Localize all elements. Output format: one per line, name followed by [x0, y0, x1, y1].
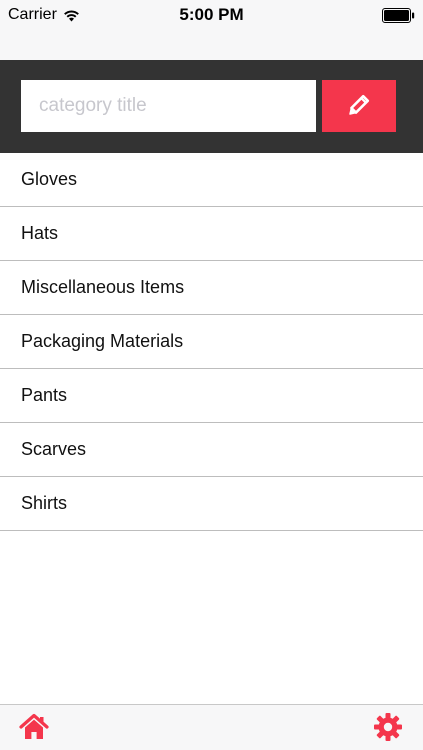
list-item-label: Packaging Materials — [21, 331, 184, 351]
settings-button[interactable] — [373, 712, 403, 742]
gear-icon — [373, 712, 403, 742]
list-item-label: Scarves — [21, 439, 87, 459]
list-item[interactable]: Packaging Materials — [0, 315, 423, 369]
status-bar: Carrier 5:00 PM — [0, 0, 423, 60]
status-time: 5:00 PM — [179, 5, 244, 24]
list-item[interactable]: Scarves — [0, 423, 423, 477]
list-item[interactable]: Pants — [0, 369, 423, 423]
list-item[interactable]: Shirts — [0, 477, 423, 531]
pencil-icon — [348, 94, 370, 119]
home-icon — [19, 712, 49, 742]
list-item[interactable]: Hats — [0, 207, 423, 261]
list-item[interactable]: Miscellaneous Items — [0, 261, 423, 315]
category-edit-bar — [0, 60, 423, 153]
screen: Carrier 5:00 PM category title Gloves Ha… — [0, 0, 423, 750]
edit-button[interactable] — [322, 80, 396, 132]
list-item-label: Gloves — [21, 169, 78, 189]
list-item-label: Pants — [21, 385, 68, 405]
category-title-input[interactable] — [21, 80, 316, 132]
category-list: Gloves Hats Miscellaneous Items Packagin… — [0, 153, 423, 531]
home-button[interactable] — [19, 712, 49, 742]
battery-icon — [382, 8, 415, 23]
list-item-label: Hats — [21, 223, 59, 243]
list-item-label: Miscellaneous Items — [21, 277, 185, 297]
list-item[interactable]: Gloves — [0, 153, 423, 207]
bottom-toolbar — [0, 704, 423, 750]
list-item-label: Shirts — [21, 493, 68, 513]
